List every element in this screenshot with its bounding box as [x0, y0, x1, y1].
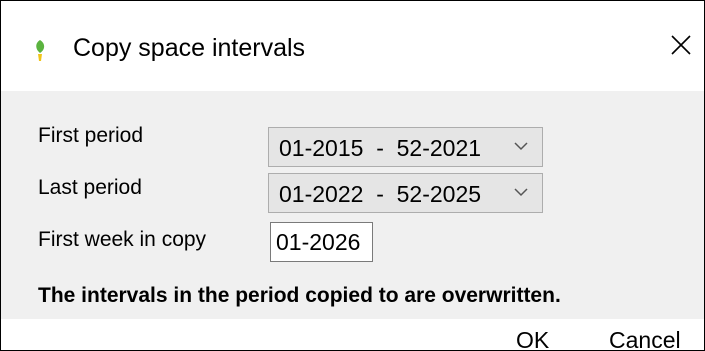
first-period-select[interactable]: 01-2015 - 52-2021 [268, 127, 543, 167]
copy-space-intervals-dialog: Copy space intervals First period 01-201… [0, 0, 705, 351]
first-period-value: 01-2015 - 52-2021 [279, 135, 482, 161]
window-title: Copy space intervals [73, 34, 306, 62]
chevron-down-icon [514, 142, 528, 151]
overwrite-warning: The intervals in the period copied to ar… [38, 284, 561, 307]
first-period-label: First period [38, 124, 144, 147]
button-bar: OK Cancel [1, 319, 704, 350]
last-period-select[interactable]: 01-2022 - 52-2025 [268, 173, 543, 213]
close-icon [671, 35, 691, 55]
first-week-in-copy-label: First week in copy [38, 228, 207, 251]
cancel-button[interactable]: Cancel [609, 325, 681, 350]
chevron-down-icon [514, 188, 528, 197]
leaf-icon [36, 40, 45, 61]
close-button[interactable] [658, 23, 704, 67]
last-period-label: Last period [38, 176, 142, 199]
first-week-in-copy-input[interactable] [270, 222, 373, 262]
title-bar: Copy space intervals [1, 1, 704, 91]
last-period-value: 01-2022 - 52-2025 [279, 181, 482, 207]
ok-button[interactable]: OK [516, 325, 549, 350]
